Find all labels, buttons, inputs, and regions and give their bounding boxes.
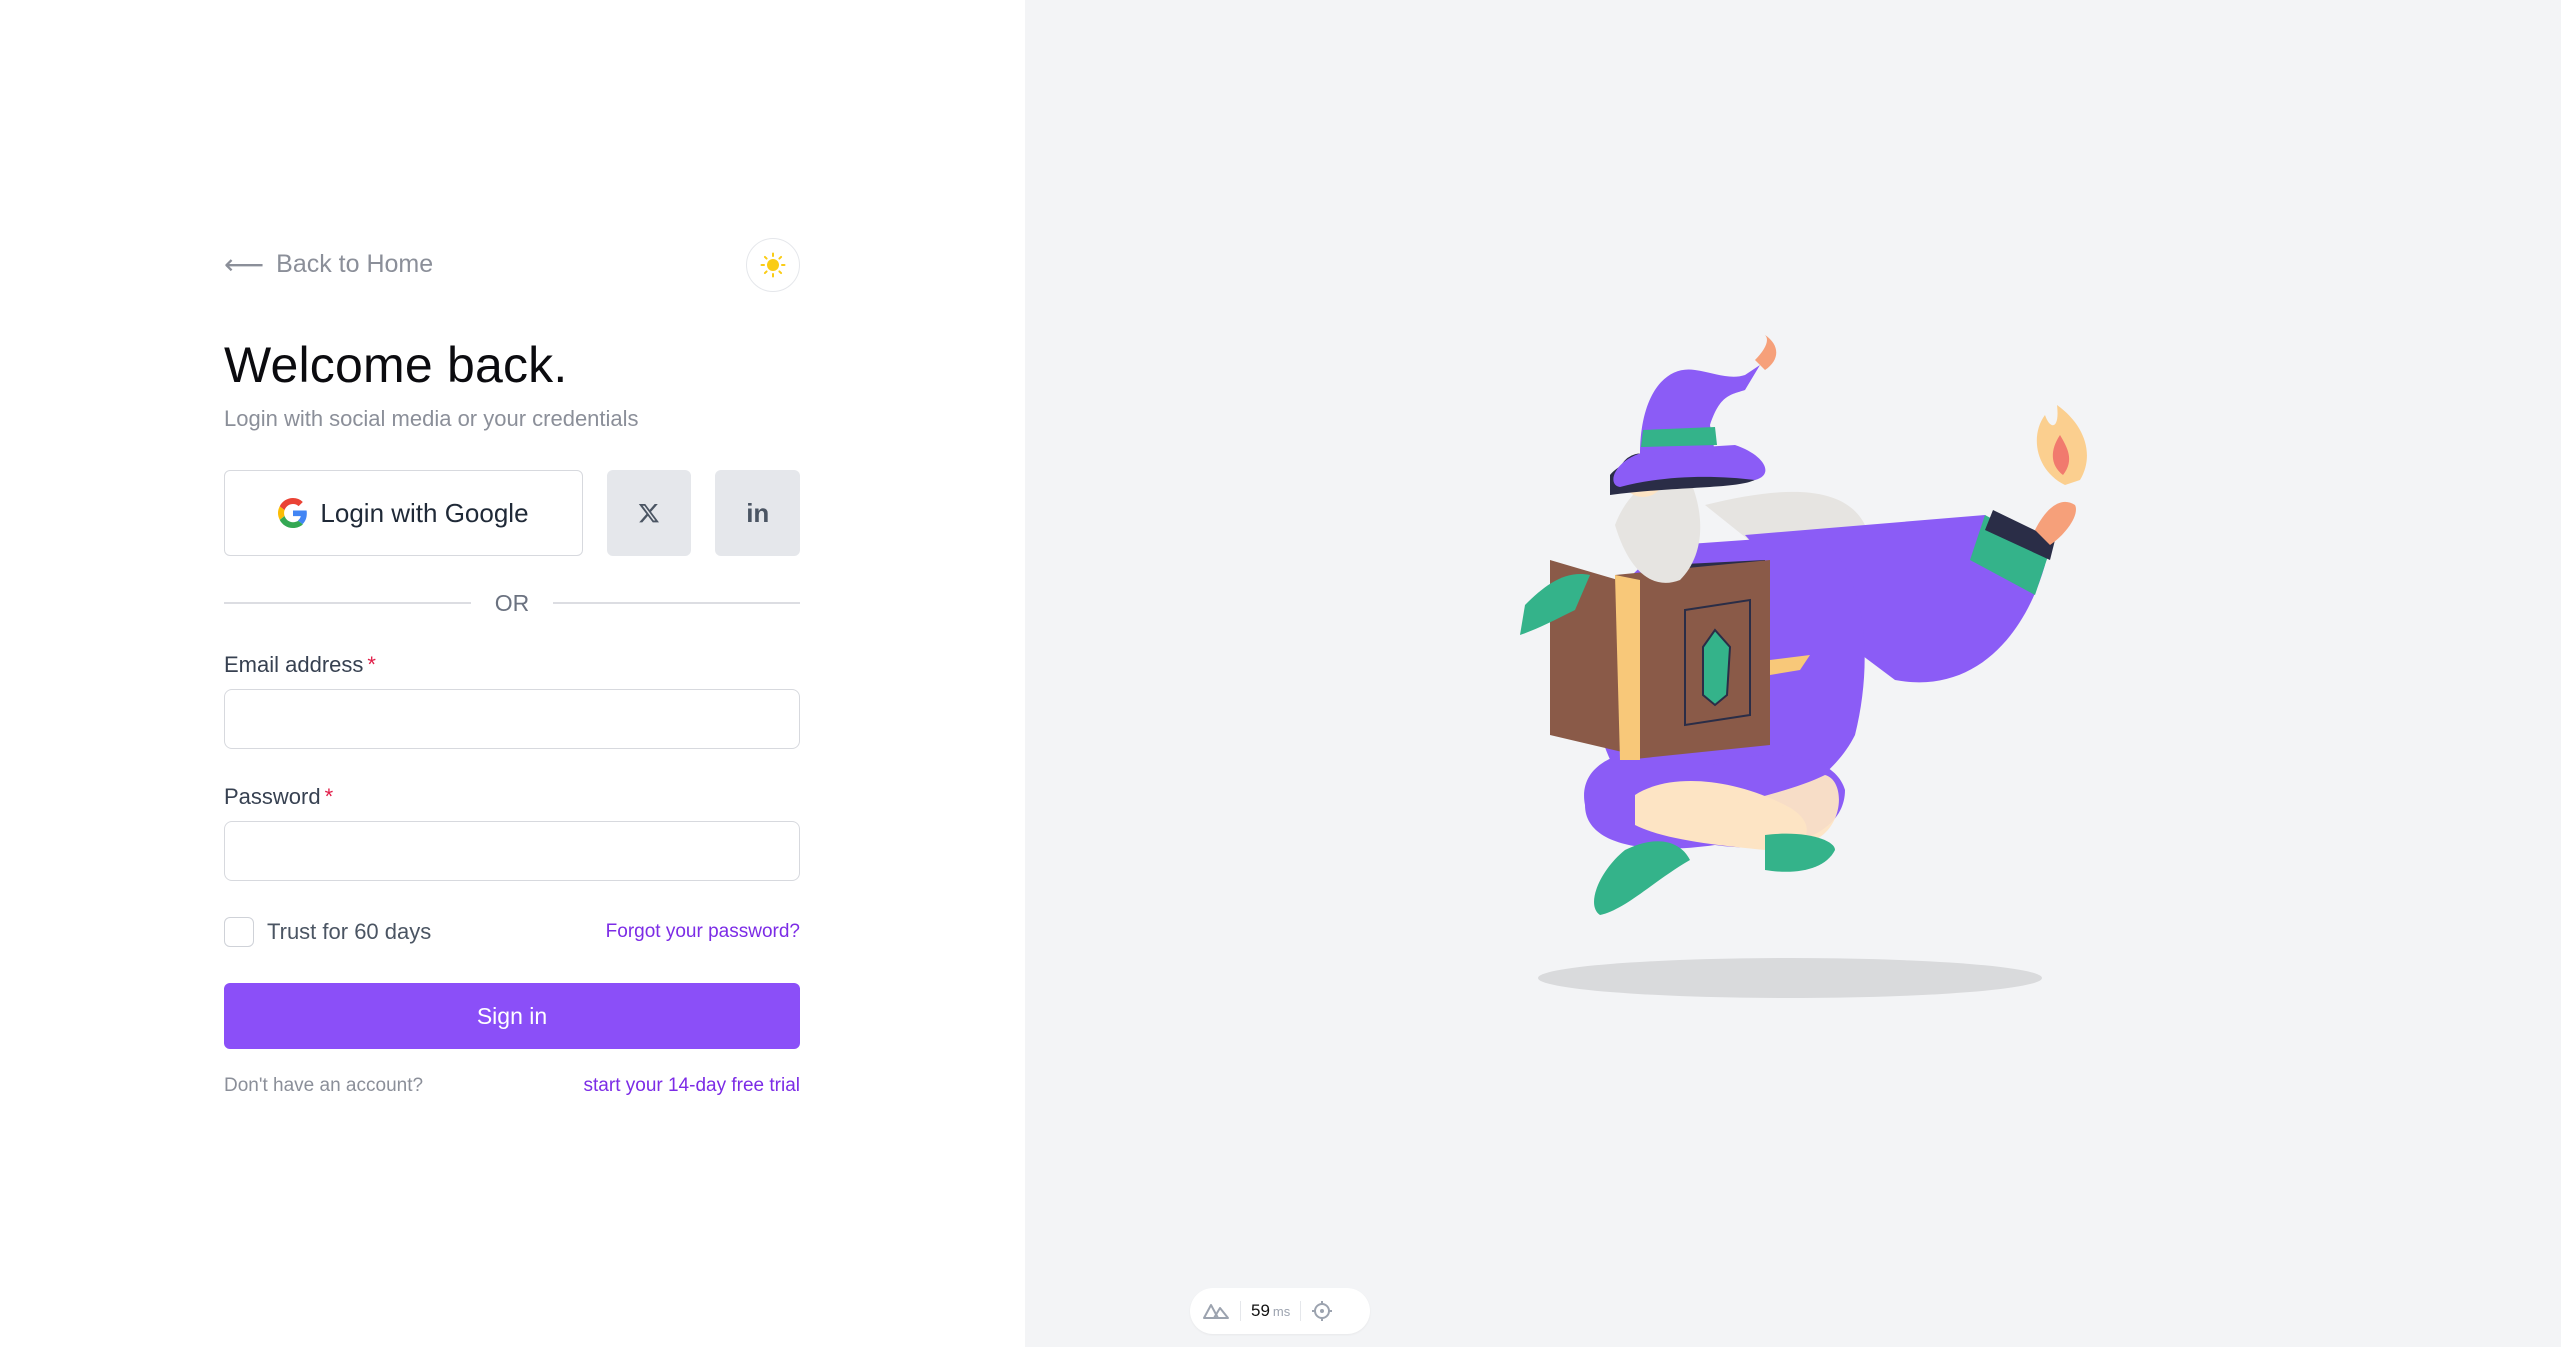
form-options: Trust for 60 days Forgot your password? <box>224 917 800 949</box>
required-marker: * <box>367 652 376 677</box>
back-to-home-link[interactable]: ⟵ Back to Home <box>224 250 433 279</box>
email-label-text: Email address <box>224 652 364 677</box>
trust-label: Trust for 60 days <box>267 919 432 944</box>
sign-in-button[interactable]: Sign in <box>224 983 800 1049</box>
x-login-button[interactable] <box>606 470 692 556</box>
page-title: Welcome back. <box>224 337 568 393</box>
back-label: Back to Home <box>276 250 434 278</box>
performance-badge: 59 ms <box>1190 1288 1370 1334</box>
badge-separator <box>1300 1301 1302 1321</box>
nuxt-logo-icon <box>1203 1304 1229 1319</box>
linkedin-icon: in <box>746 497 770 528</box>
perf-unit: ms <box>1272 1304 1291 1319</box>
password-label-text: Password <box>224 784 321 809</box>
theme-toggle-button[interactable] <box>746 238 800 292</box>
or-text: OR <box>494 589 530 616</box>
crosshair-icon[interactable] <box>1311 1300 1333 1322</box>
google-login-button[interactable]: Login with Google <box>224 470 583 556</box>
divider-line <box>224 602 471 604</box>
x-logo-icon <box>639 504 660 523</box>
or-divider: OR <box>224 586 800 620</box>
forgot-password-link[interactable]: Forgot your password? <box>606 921 800 943</box>
top-row: ⟵ Back to Home <box>224 238 800 294</box>
required-marker: * <box>324 784 334 809</box>
divider-line <box>553 602 800 604</box>
arrow-left-icon: ⟵ <box>224 248 265 280</box>
linkedin-login-button[interactable]: in <box>715 470 800 556</box>
page-subtitle: Login with social media or your credenti… <box>224 406 639 431</box>
sun-icon <box>760 252 786 278</box>
perf-readout: 59 ms <box>1251 1301 1290 1321</box>
login-form: ⟵ Back to Home Welcome back. Login with … <box>224 238 800 1101</box>
password-field[interactable] <box>224 821 800 881</box>
trust-checkbox[interactable] <box>224 917 254 947</box>
wizard-illustration <box>1520 335 2087 998</box>
social-login-row: Login with Google in <box>224 470 800 556</box>
google-login-label: Login with Google <box>320 497 529 528</box>
badge-separator <box>1240 1301 1241 1321</box>
email-field[interactable] <box>224 689 800 749</box>
password-label: Password * <box>224 784 800 810</box>
email-label: Email address * <box>224 652 800 678</box>
google-icon <box>278 498 308 528</box>
signup-prompt: Don't have an account? start your 14-day… <box>224 1075 800 1101</box>
no-account-text: Don't have an account? <box>224 1075 424 1096</box>
perf-value: 59 <box>1251 1301 1270 1320</box>
login-panel: ⟵ Back to Home Welcome back. Login with … <box>0 0 1025 1347</box>
trust-device-option[interactable]: Trust for 60 days <box>224 917 431 947</box>
free-trial-link[interactable]: start your 14-day free trial <box>584 1075 800 1097</box>
